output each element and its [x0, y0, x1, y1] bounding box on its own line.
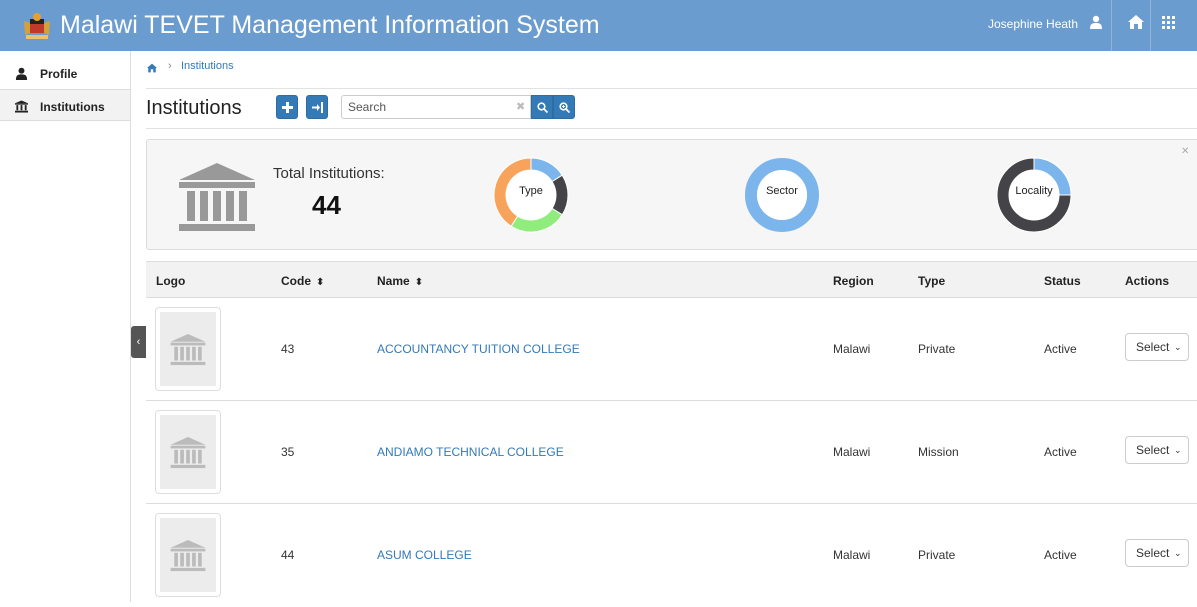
- sidebar-item-label: Institutions: [40, 100, 105, 114]
- column-code-label: Code: [281, 274, 311, 288]
- institution-logo: [155, 307, 221, 391]
- bank-icon: [179, 163, 255, 231]
- type-cell: Private: [918, 548, 956, 562]
- table-row: 44 ASUM COLLEGE Malawi Private Active Se…: [146, 504, 1197, 607]
- close-icon[interactable]: ✕: [1181, 146, 1189, 157]
- sidebar: Profile Institutions: [0, 51, 131, 602]
- user-name[interactable]: Josephine Heath: [988, 17, 1078, 31]
- divider: [146, 88, 1197, 89]
- sort-icon[interactable]: ⬍: [415, 277, 423, 288]
- bank-icon: [170, 540, 206, 572]
- page-title: Institutions: [146, 97, 242, 119]
- column-type: Type: [918, 274, 946, 288]
- column-status: Status: [1044, 274, 1081, 288]
- chevron-down-icon: ⌄: [1174, 445, 1182, 455]
- type-cell: Private: [918, 342, 956, 356]
- institution-name-link[interactable]: ACCOUNTANCY TUITION COLLEGE: [377, 342, 580, 356]
- search-input[interactable]: [348, 99, 508, 115]
- header-divider: [1111, 0, 1112, 51]
- grid-icon[interactable]: [1162, 16, 1175, 29]
- column-name-label: Name: [377, 274, 410, 288]
- plus-icon: [282, 102, 293, 113]
- type-donut-label: Type: [519, 185, 543, 197]
- locality-donut-label: Locality: [1015, 185, 1053, 197]
- clear-search-icon[interactable]: ✖: [516, 100, 525, 113]
- sidebar-collapse-toggle[interactable]: ‹: [131, 326, 146, 358]
- table-row: 43 ACCOUNTANCY TUITION COLLEGE Malawi Pr…: [146, 298, 1197, 401]
- total-institutions-value: 44: [312, 190, 341, 220]
- column-actions: Actions: [1125, 274, 1170, 288]
- status-cell: Active: [1044, 342, 1077, 356]
- region-cell: Malawi: [833, 445, 871, 459]
- table-row: 35 ANDIAMO TECHNICAL COLLEGE Malawi Miss…: [146, 401, 1197, 504]
- column-logo: Logo: [156, 274, 186, 288]
- column-region: Region: [833, 274, 874, 288]
- status-cell: Active: [1044, 445, 1077, 459]
- sector-donut-label: Sector: [766, 185, 798, 197]
- chevron-down-icon: ⌄: [1174, 548, 1182, 558]
- total-institutions-label: Total Institutions:: [273, 165, 385, 182]
- sidebar-item-label: Profile: [40, 67, 78, 81]
- region-cell: Malawi: [833, 342, 871, 356]
- type-cell: Mission: [918, 445, 959, 459]
- code-cell: 44: [281, 548, 295, 562]
- code-cell: 35: [281, 445, 295, 459]
- search-icon: [537, 102, 548, 113]
- sidebar-item-profile[interactable]: Profile: [0, 57, 130, 89]
- search-field: ✖: [341, 95, 531, 119]
- divider: [146, 128, 1197, 129]
- institution-name-link[interactable]: ASUM COLLEGE: [377, 548, 472, 562]
- code-cell: 43: [281, 342, 295, 356]
- region-cell: Malawi: [833, 548, 871, 562]
- sign-in-icon: [312, 102, 323, 113]
- header-divider: [1150, 0, 1151, 51]
- coat-of-arms-icon: [24, 13, 50, 39]
- home-icon[interactable]: [146, 63, 158, 73]
- sidebar-item-institutions[interactable]: Institutions: [0, 89, 130, 121]
- sort-icon[interactable]: ⬍: [316, 277, 324, 288]
- user-icon: [15, 67, 28, 80]
- select-label: Select: [1136, 340, 1170, 354]
- column-code[interactable]: Code ⬍: [281, 274, 324, 288]
- app-title: Malawi TEVET Management Information Syst…: [60, 11, 600, 39]
- advanced-search-button[interactable]: [553, 95, 575, 119]
- bank-icon: [170, 334, 206, 366]
- add-button[interactable]: [276, 95, 298, 119]
- breadcrumb-separator: ›: [168, 60, 172, 72]
- institution-logo: [155, 513, 221, 597]
- chevron-down-icon: ⌄: [1174, 342, 1182, 352]
- stats-panel: ✕ Total Institutions: 44 Type Sector Loc…: [146, 139, 1197, 250]
- user-icon[interactable]: [1090, 15, 1102, 29]
- status-cell: Active: [1044, 548, 1077, 562]
- select-action-dropdown[interactable]: Select ⌄: [1125, 333, 1189, 361]
- institution-logo: [155, 410, 221, 494]
- logo-placeholder: [160, 415, 216, 489]
- zoom-in-icon: [559, 102, 570, 113]
- select-label: Select: [1136, 546, 1170, 560]
- logo-placeholder: [160, 312, 216, 386]
- column-name[interactable]: Name ⬍: [377, 274, 423, 288]
- institution-name-link[interactable]: ANDIAMO TECHNICAL COLLEGE: [377, 445, 564, 459]
- bank-icon: [170, 437, 206, 469]
- select-label: Select: [1136, 443, 1170, 457]
- chevron-left-icon: ‹: [136, 336, 141, 348]
- import-button[interactable]: [306, 95, 328, 119]
- table-header: Logo Code ⬍ Name ⬍ Region Type Status Acti…: [146, 261, 1197, 298]
- search-button[interactable]: [531, 95, 553, 119]
- select-action-dropdown[interactable]: Select ⌄: [1125, 539, 1189, 567]
- breadcrumb-institutions[interactable]: Institutions: [181, 60, 234, 72]
- bank-icon: [15, 100, 28, 113]
- logo-placeholder: [160, 518, 216, 592]
- home-icon[interactable]: [1127, 14, 1145, 30]
- top-bar: Malawi TEVET Management Information Syst…: [0, 0, 1197, 51]
- select-action-dropdown[interactable]: Select ⌄: [1125, 436, 1189, 464]
